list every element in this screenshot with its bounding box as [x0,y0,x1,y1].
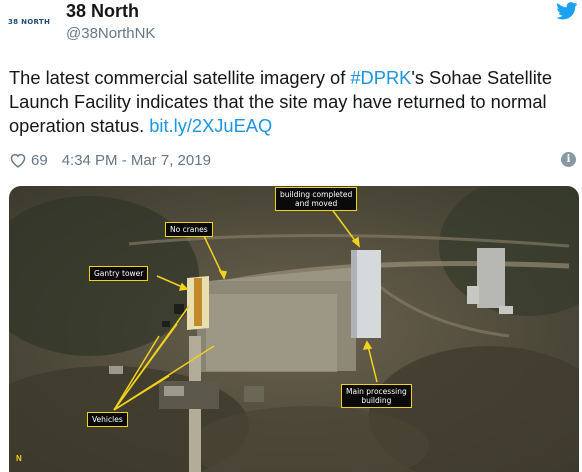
hashtag-link[interactable]: #DPRK [350,67,411,88]
label-building-completed: building completed and moved [275,187,358,211]
label-gantry-tower: Gantry tower [89,266,149,281]
north-arrow: N [16,454,22,463]
timestamp-link[interactable]: 4:34 PM - Mar 7, 2019 [62,152,211,169]
satellite-scene [9,186,579,472]
twitter-bird-icon[interactable] [556,2,578,20]
url-link[interactable]: bit.ly/2XJuEAQ [149,115,272,136]
tweet-meta: 69 4:34 PM - Mar 7, 2019 [9,150,211,170]
label-vehicles: Vehicles [87,412,128,427]
logo-text: 38 NORTH [8,18,51,26]
label-no-cranes: No cranes [165,222,213,237]
label-main-processing: Main processing building [341,384,412,408]
38-north-logo[interactable]: 38 NORTH [8,18,52,30]
info-icon[interactable]: i [561,152,576,167]
tweet-text-part: The latest commercial satellite imagery … [9,67,351,88]
satellite-image[interactable]: building completed and moved No cranes G… [9,186,579,472]
display-name[interactable]: 38 North [66,1,139,22]
tweet-text: The latest commercial satellite imagery … [9,66,577,138]
heart-icon[interactable] [9,152,27,168]
account-handle[interactable]: @38NorthNK [66,25,155,42]
like-count[interactable]: 69 [31,152,48,169]
